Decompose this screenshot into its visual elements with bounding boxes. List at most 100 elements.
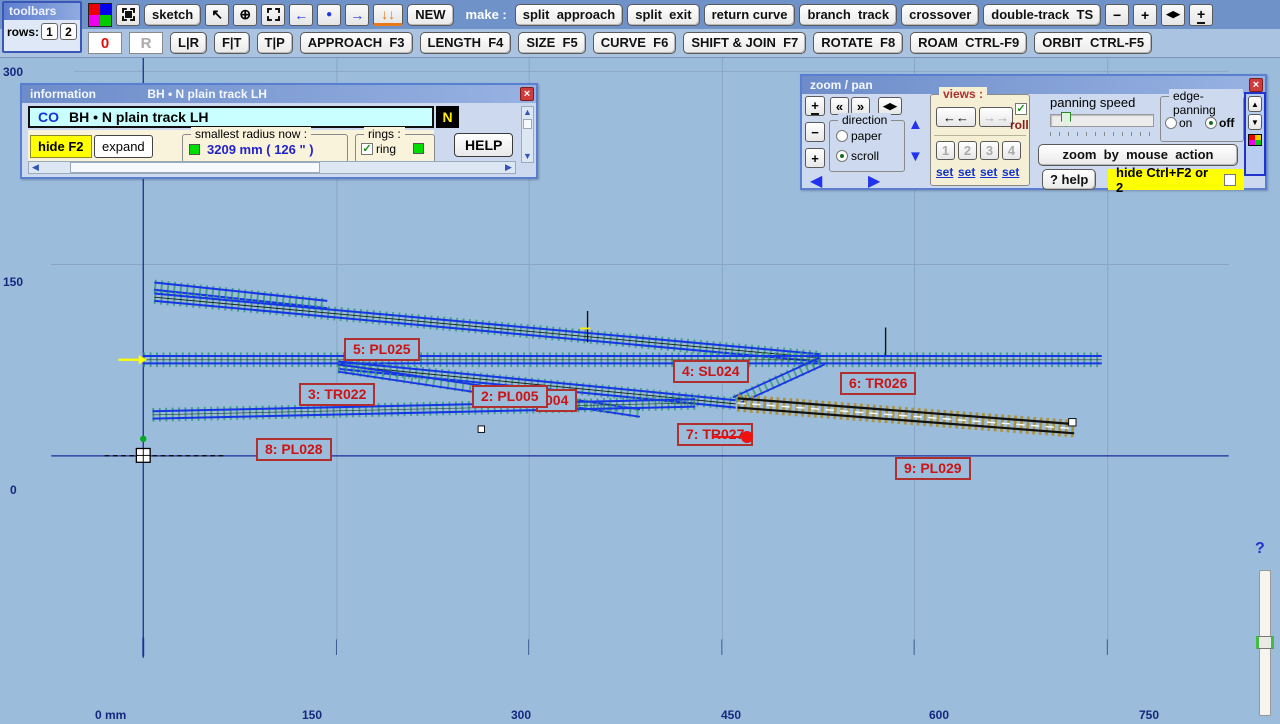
return-curve-button[interactable]: return curve	[704, 4, 796, 26]
info-help-button[interactable]: HELP	[454, 133, 513, 157]
panning-speed-thumb[interactable]	[1061, 112, 1071, 127]
rows-2-button[interactable]: 2	[60, 23, 77, 40]
template-label-2[interactable]: 2: PL005	[472, 385, 548, 408]
zoom-in-button[interactable]: +	[1133, 4, 1157, 26]
pan-right-button[interactable]: ▶	[868, 171, 880, 191]
zoom-in-button[interactable]: +	[805, 148, 825, 168]
ruler-bottom-750: 750	[1139, 708, 1159, 722]
zoom-by-mouse-action-button[interactable]: zoom by mouse action	[1038, 144, 1238, 166]
panel-scroll-down-button[interactable]: ▼	[1248, 114, 1262, 130]
view-set-2[interactable]: set	[958, 165, 975, 179]
rotate-f8-button[interactable]: ROTATE F8	[813, 32, 903, 54]
view-back-button[interactable]: ←←	[936, 107, 976, 127]
view-set-1[interactable]: set	[936, 165, 953, 179]
scroll-up-icon[interactable]: ▲	[522, 107, 533, 118]
expand-button[interactable]: expand	[94, 135, 153, 158]
crossover-button[interactable]: crossover	[901, 4, 979, 26]
close-icon[interactable]: ×	[520, 87, 534, 101]
template-label-3[interactable]: 3: TR022	[299, 383, 375, 406]
mouse-pointer-button[interactable]: ↖	[205, 4, 229, 26]
track-segment-lower-siding[interactable]	[152, 399, 695, 418]
pan-up-button[interactable]: ▲	[908, 116, 923, 133]
split-exit-button[interactable]: split exit	[627, 4, 699, 26]
view-set-3[interactable]: set	[980, 165, 997, 179]
view-preset-2[interactable]: 2	[958, 141, 977, 160]
ruler-bottom-450: 450	[721, 708, 741, 722]
facing-trailing-button[interactable]: F|T	[214, 32, 250, 54]
view-forward-button[interactable]: →→	[979, 107, 1013, 127]
drop-template-button[interactable]: ↓↓	[373, 4, 403, 26]
scroll-radio[interactable]	[836, 150, 848, 162]
info-vertical-scrollbar[interactable]: ▲ ▼	[521, 106, 534, 163]
zoom-hide-strip[interactable]: hide Ctrl+F2 or 2	[1108, 169, 1244, 190]
template-label-6[interactable]: 6: TR026	[840, 372, 916, 395]
roll-checkbox[interactable]: ✓	[1015, 103, 1027, 115]
info-hscroll-thumb[interactable]	[70, 162, 320, 173]
colour-palette-icon[interactable]	[88, 3, 112, 27]
shift-join-f7-button[interactable]: SHIFT & JOIN F7	[683, 32, 806, 54]
panel-scroll-up-button[interactable]: ▲	[1248, 96, 1262, 112]
view-preset-3[interactable]: 3	[980, 141, 999, 160]
turnout-plain-button[interactable]: T|P	[257, 32, 293, 54]
close-icon[interactable]: ×	[1249, 78, 1263, 92]
info-vscroll-thumb[interactable]	[523, 119, 532, 129]
zoom-out-button[interactable]: −	[1105, 4, 1129, 26]
template-label-8[interactable]: 8: PL028	[256, 438, 332, 461]
information-panel-titlebar[interactable]: information BH • N plain track LH ×	[22, 85, 536, 103]
orbit-ctrl-f5-button[interactable]: ORBIT CTRL-F5	[1034, 32, 1152, 54]
help-question-mark[interactable]: ?	[1255, 540, 1265, 558]
scroll-left-icon[interactable]: ◀	[29, 162, 42, 173]
scroll-down-icon[interactable]: ▼	[522, 151, 533, 162]
pan-down-button[interactable]: ▼	[908, 148, 923, 165]
r-indicator[interactable]: R	[129, 32, 163, 54]
ruler-left-0: 0	[10, 483, 17, 497]
view-preset-1[interactable]: 1	[936, 141, 955, 160]
zoom-out-button[interactable]: −	[805, 122, 825, 142]
trackpad-view-button[interactable]	[116, 4, 140, 26]
peg-marker-dot[interactable]	[741, 431, 753, 443]
rows-1-button[interactable]: 1	[41, 23, 58, 40]
roundel-button[interactable]: ⊕	[233, 4, 257, 26]
canvas-zoom-slider-thumb[interactable]	[1256, 636, 1274, 649]
paper-radio[interactable]	[836, 130, 848, 142]
edge-panning-on-radio[interactable]	[1165, 117, 1177, 129]
fit-width-button[interactable]: ◀▶	[1161, 4, 1185, 26]
zoom-rect-button[interactable]: +	[1189, 4, 1213, 26]
panning-speed-slider[interactable]	[1050, 114, 1154, 127]
length-f4-button[interactable]: LENGTH F4	[420, 32, 512, 54]
zoom-rect-button[interactable]: +	[805, 96, 825, 116]
track-segment-upper-branch[interactable]	[154, 293, 820, 361]
track-segment-control-template[interactable]	[738, 398, 1075, 433]
notch-counter[interactable]: 0	[88, 32, 122, 54]
sketch-button[interactable]: sketch	[144, 4, 201, 26]
edge-panning-off-radio[interactable]	[1205, 117, 1217, 129]
roam-ctrl-f9-button[interactable]: ROAM CTRL-F9	[910, 32, 1027, 54]
centre-button[interactable]: ●	[317, 4, 341, 26]
ring-checkbox[interactable]: ✓	[361, 143, 373, 155]
zoom-hide-checkbox[interactable]	[1224, 174, 1236, 186]
select-box-button[interactable]	[261, 4, 285, 26]
view-set-4[interactable]: set	[1002, 165, 1019, 179]
hand-lr-button[interactable]: L|R	[170, 32, 207, 54]
panel-palette-icon[interactable]	[1248, 134, 1262, 146]
approach-f3-button[interactable]: APPROACH F3	[300, 32, 413, 54]
ring-colour-swatch[interactable]	[413, 143, 424, 154]
size-f5-button[interactable]: SIZE F5	[518, 32, 585, 54]
split-approach-button[interactable]: split approach	[515, 4, 623, 26]
new-button[interactable]: NEW	[407, 4, 453, 26]
curve-f6-button[interactable]: CURVE F6	[593, 32, 677, 54]
view-preset-4[interactable]: 4	[1002, 141, 1021, 160]
template-label-9[interactable]: 9: PL029	[895, 457, 971, 480]
scroll-right-icon[interactable]: ▶	[502, 162, 515, 173]
hide-f2-button[interactable]: hide F2	[30, 135, 92, 158]
zoom-help-button[interactable]: ? help	[1042, 169, 1096, 190]
pan-left-button[interactable]: ◀	[810, 171, 822, 191]
double-track-ts-button[interactable]: double-track TS	[983, 4, 1101, 26]
pan-left-button[interactable]: ←	[289, 4, 313, 26]
template-label-4[interactable]: 4: SL024	[673, 360, 749, 383]
info-horizontal-scrollbar[interactable]: ◀ ▶	[28, 161, 516, 174]
template-label-5[interactable]: 5: PL025	[344, 338, 420, 361]
branch-track-button[interactable]: branch track	[799, 4, 897, 26]
pan-right-button[interactable]: →	[345, 4, 369, 26]
track-segment-main-line[interactable]	[143, 356, 1102, 363]
